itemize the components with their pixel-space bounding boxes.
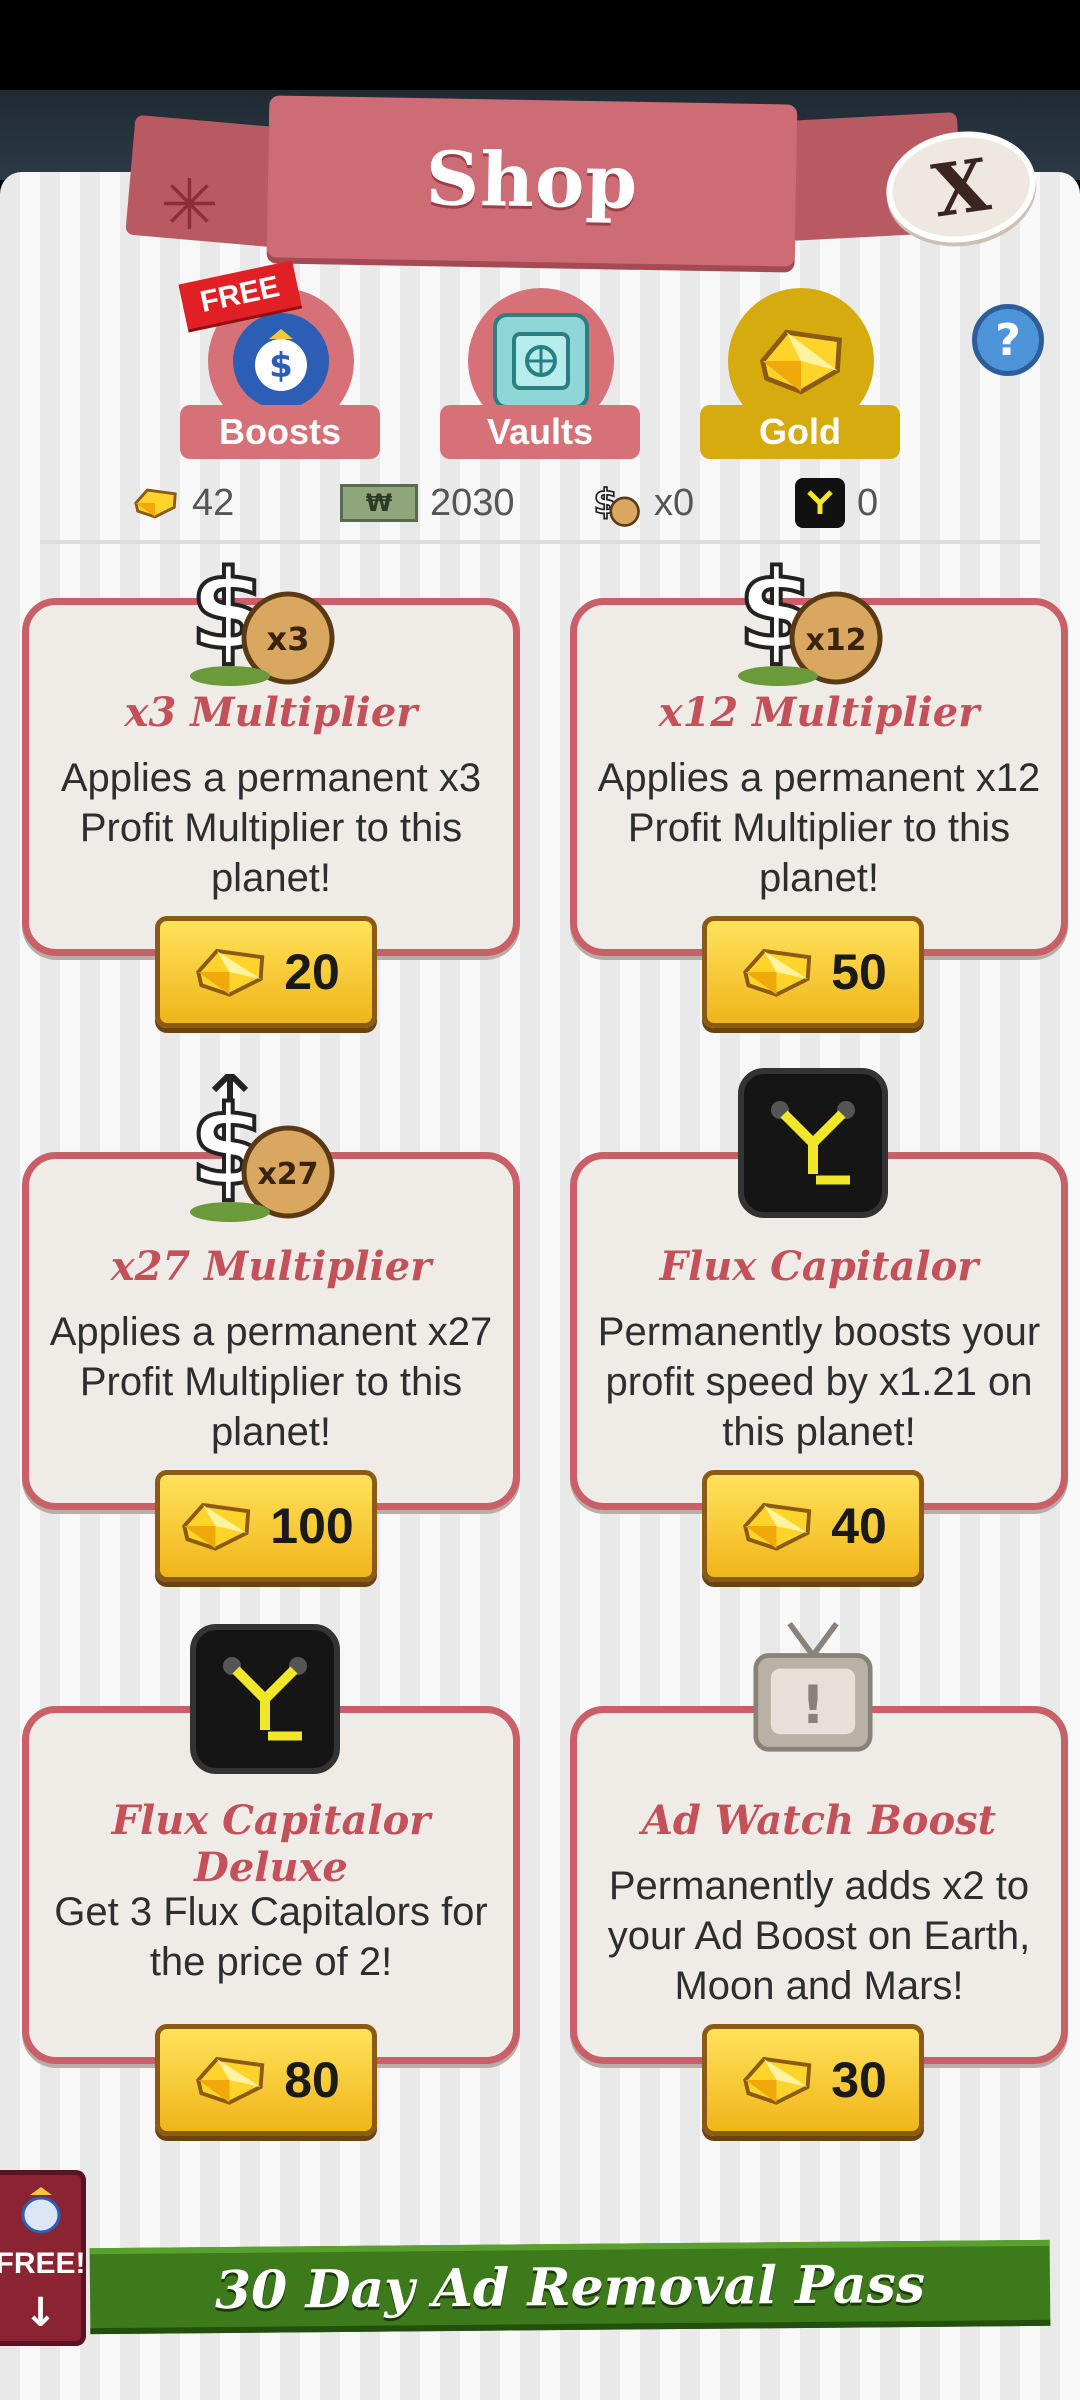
money-bag-x3-icon: $ x3 [190, 548, 335, 686]
card-description: Permanently adds x2 to your Ad Boost on … [607, 1864, 1031, 2008]
currency-flux: 0 [795, 472, 878, 534]
title-banner: Shop [266, 95, 798, 267]
down-arrow-icon: ↓ [23, 2290, 58, 2336]
currency-cash: ₩ 2030 [340, 472, 515, 534]
gold-gem-icon [182, 1502, 251, 1551]
buy-x12-multiplier-button[interactable]: 50 [702, 916, 924, 1028]
currency-flux-value: 0 [857, 481, 879, 524]
tab-gold[interactable]: Gold [700, 288, 900, 459]
money-bag-x27-icon: $ x27 [190, 1074, 335, 1222]
price-value: 20 [284, 944, 340, 1000]
buy-x27-multiplier-button[interactable]: 100 [155, 1470, 377, 1582]
card-description: Applies a permanent x27 Profit Multiplie… [49, 1310, 493, 1454]
page-title: Shop [425, 136, 639, 226]
tv-icon: ! [753, 1621, 873, 1752]
svg-text:!: ! [801, 1675, 825, 1736]
card-description: Get 3 Flux Capitalors for the price of 2… [54, 1890, 488, 1984]
gold-gem-icon [753, 313, 849, 409]
currency-bar: 42 ₩ 2030 $ x0 0 [40, 472, 1040, 534]
help-button[interactable]: ? [972, 304, 1044, 376]
gold-gem-icon [134, 488, 177, 519]
buy-flux-capitalor-button[interactable]: 40 [702, 1470, 924, 1582]
currency-gold: 42 [132, 472, 234, 534]
card-description: Permanently boosts your profit speed by … [597, 1310, 1041, 1454]
price-value: 30 [831, 2052, 887, 2108]
gold-gem-icon [743, 948, 812, 997]
tab-vaults-label: Vaults [440, 405, 640, 459]
currency-gold-value: 42 [192, 481, 235, 524]
tab-gold-label: Gold [700, 405, 900, 459]
card-description: Applies a permanent x12 Profit Multiplie… [597, 756, 1041, 900]
money-bag-boost-icon: $ [233, 313, 329, 409]
buy-x3-multiplier-button[interactable]: 20 [155, 916, 377, 1028]
card-title: Flux Capitalor [659, 1243, 979, 1290]
price-value: 50 [831, 944, 887, 1000]
currency-cash-value: 2030 [430, 481, 515, 524]
multiplier-text: x12 [805, 623, 866, 658]
currency-boost-value: x0 [654, 481, 695, 524]
money-bag-x12-icon: $ x12 [738, 548, 883, 686]
gold-gem-icon [196, 2056, 265, 2105]
buy-flux-capitalor-deluxe-button[interactable]: 80 [155, 2024, 377, 2136]
ad-removal-pass-banner[interactable]: 30 Day Ad Removal Pass [89, 2239, 1051, 2335]
money-bag-boost-icon [21, 2187, 60, 2234]
tab-boosts-label: Boosts [180, 405, 380, 459]
card-title: x27 Multiplier [110, 1243, 432, 1290]
status-bar-area [0, 0, 1080, 90]
price-value: 80 [284, 2052, 340, 2108]
buy-ad-watch-boost-button[interactable]: 30 [702, 2024, 924, 2136]
gold-gem-icon [196, 948, 265, 997]
flux-capacitor-icon [738, 1068, 888, 1218]
multiplier-text: x27 [257, 1157, 318, 1192]
card-description: Applies a permanent x3 Profit Multiplier… [60, 756, 482, 900]
free-offer-side-button[interactable]: FREE! ↓ [0, 2170, 86, 2346]
close-icon: X [927, 141, 995, 233]
question-mark-icon: ? [995, 314, 1021, 366]
flux-capacitor-icon [190, 1624, 340, 1774]
svg-text:$: $ [269, 346, 293, 386]
divider [40, 540, 1040, 544]
ad-removal-pass-label: 30 Day Ad Removal Pass [214, 2253, 926, 2321]
gold-gem-icon [743, 2056, 812, 2105]
currency-boost: $ x0 [590, 472, 694, 534]
cash-bill-icon: ₩ [340, 484, 418, 522]
starburst-decoration: ✳ [160, 164, 219, 246]
vault-icon [493, 313, 589, 409]
flux-capacitor-icon [795, 478, 845, 528]
tab-vaults[interactable]: Vaults [440, 288, 640, 459]
multiplier-text: x3 [267, 620, 310, 658]
card-title: Ad Watch Boost [641, 1797, 997, 1844]
free-side-label: FREE! [0, 2247, 86, 2280]
card-title: Flux Capitalor Deluxe [111, 1797, 431, 1891]
gold-gem-icon [743, 1502, 812, 1551]
price-value: 100 [270, 1498, 354, 1554]
price-value: 40 [831, 1498, 887, 1554]
money-bag-icon: $ [593, 482, 640, 527]
